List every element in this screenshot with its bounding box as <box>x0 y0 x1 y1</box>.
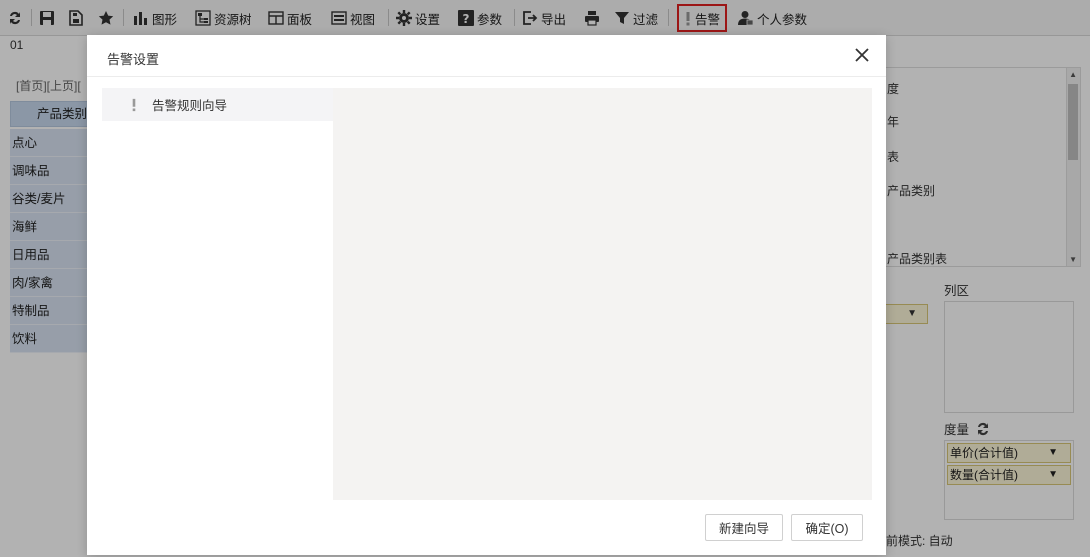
close-button[interactable] <box>854 47 870 63</box>
dialog-header: 告警设置 <box>87 35 886 77</box>
new-wizard-button[interactable]: 新建向导 <box>705 514 783 541</box>
dialog-nav: 告警规则向导 <box>102 88 333 500</box>
ok-button[interactable]: 确定(O) <box>791 514 863 541</box>
dialog-title: 告警设置 <box>107 52 160 67</box>
nav-item-label: 告警规则向导 <box>152 99 228 113</box>
exclamation-icon <box>130 98 144 112</box>
close-icon <box>855 48 869 62</box>
dialog-content-area <box>333 88 872 500</box>
alert-settings-dialog: 告警设置 告警规则向导 新建向导 确定(O) <box>87 35 886 555</box>
nav-item-alert-rule-wizard[interactable]: 告警规则向导 <box>102 88 333 121</box>
